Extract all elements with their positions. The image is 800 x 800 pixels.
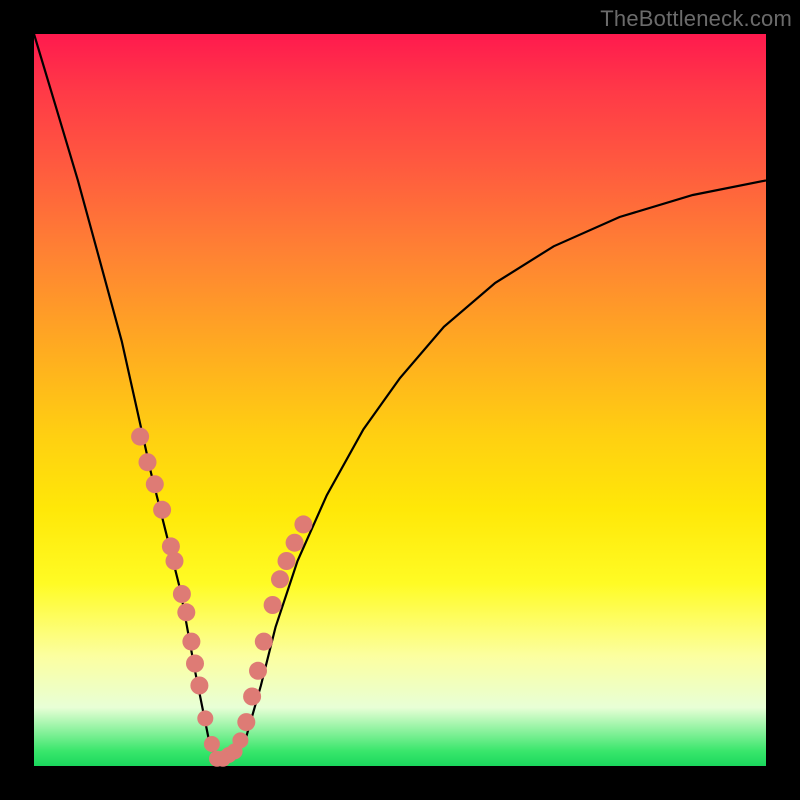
data-marker: [249, 662, 267, 680]
data-marker: [204, 736, 220, 752]
chart-svg: [34, 34, 766, 766]
watermark-text: TheBottleneck.com: [600, 6, 792, 32]
data-marker: [286, 534, 304, 552]
data-marker: [177, 603, 195, 621]
data-marker: [173, 585, 191, 603]
data-marker: [131, 428, 149, 446]
data-marker: [146, 475, 164, 493]
data-marker: [190, 677, 208, 695]
outer-frame: TheBottleneck.com: [0, 0, 800, 800]
data-marker: [197, 710, 213, 726]
data-marker: [232, 732, 248, 748]
data-marker: [182, 633, 200, 651]
data-marker: [153, 501, 171, 519]
data-marker: [294, 515, 312, 533]
plot-area: [34, 34, 766, 766]
data-marker: [255, 633, 273, 651]
data-marker: [186, 655, 204, 673]
data-marker: [271, 570, 289, 588]
data-marker: [264, 596, 282, 614]
data-marker: [166, 552, 184, 570]
data-marker: [139, 453, 157, 471]
data-marker: [237, 713, 255, 731]
data-marker: [278, 552, 296, 570]
data-marker: [243, 688, 261, 706]
bottleneck-curve: [34, 34, 766, 759]
